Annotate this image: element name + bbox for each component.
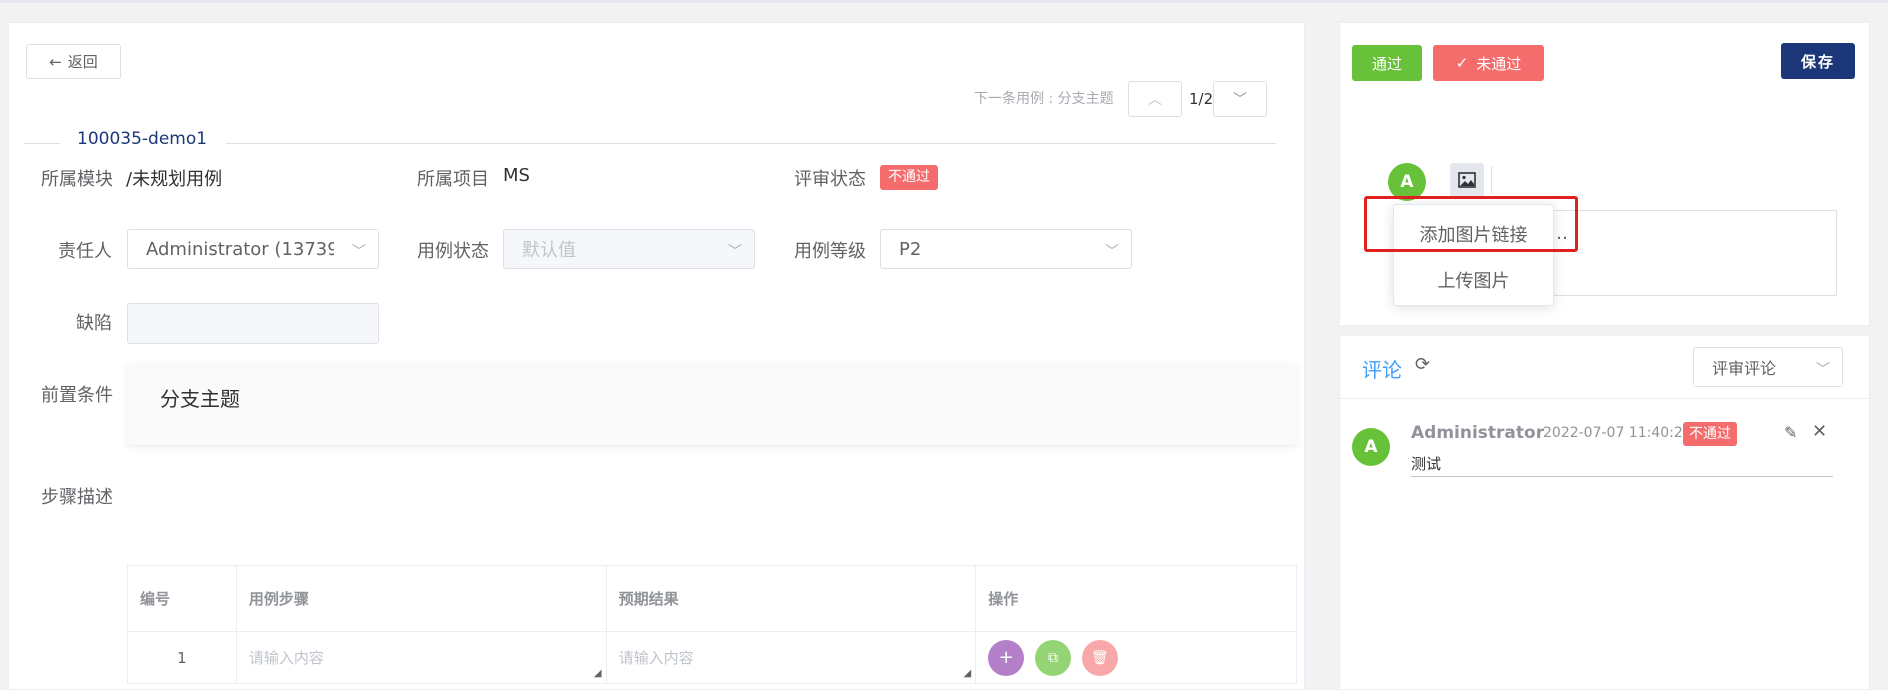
divider-right (226, 143, 1276, 144)
chevron-down-icon: ﹀ (1816, 362, 1830, 378)
fail-label: 未通过 (1476, 54, 1522, 73)
image-icon (1458, 172, 1476, 188)
refresh-icon[interactable]: ⟳ (1415, 354, 1430, 375)
arrow-left-icon: ← (49, 52, 62, 71)
back-label: 返回 (67, 53, 98, 71)
save-label: 保存 (1800, 52, 1835, 71)
image-toolbar-button[interactable] (1450, 163, 1484, 197)
case-level-value: P2 (899, 238, 922, 260)
step-actions: + ⧉ 🗑 (975, 631, 1297, 684)
expected-input[interactable]: 请输入内容 ◢ (605, 631, 977, 684)
comment-avatar: A (1352, 428, 1390, 466)
project-value: MS (503, 165, 530, 186)
resize-handle-icon[interactable]: ◢ (964, 668, 972, 679)
defect-input[interactable] (127, 303, 379, 344)
toolbar-divider (1491, 166, 1492, 194)
close-icon[interactable]: ✕ (1812, 421, 1827, 442)
chevron-up-icon: ︿ (1148, 92, 1162, 108)
chevron-down-icon: ﹀ (352, 244, 366, 260)
menu-item-upload-image[interactable]: 上传图片 (1394, 257, 1553, 303)
case-detail-panel: ← 返回 下一条用例 : 分支主题 ︿ 1/2 ﹀ 100035-demo1 所… (8, 22, 1305, 690)
owner-select[interactable]: Administrator (13739167: ﹀ (127, 229, 379, 269)
table-row: 1 请输入内容 ◢ 请输入内容 ◢ + ⧉ 🗑 (127, 631, 1297, 684)
next-case-hint: 下一条用例 : 分支主题 (974, 91, 1114, 107)
comments-panel: 评论 ⟳ 评审评论 ﹀ A Administrator 2022-07-07 1… (1339, 335, 1871, 690)
col-header-step: 用例步骤 (235, 565, 607, 632)
project-label: 所属项目 (417, 169, 489, 190)
steps-table: 编号 用例步骤 预期结果 操作 1 请输入内容 ◢ 请输入内容 ◢ + ⧉ 🗑 (127, 565, 1297, 684)
pass-button[interactable]: 通过 (1352, 45, 1422, 81)
case-status-value: 默认值 (522, 240, 576, 261)
step-number: 1 (127, 631, 237, 684)
col-header-number: 编号 (127, 565, 237, 632)
module-value: /未规划用例 (126, 169, 223, 190)
delete-step-button[interactable]: 🗑 (1081, 639, 1118, 676)
precondition-text: 分支主题 (160, 387, 240, 411)
save-button[interactable]: 保存 (1781, 43, 1855, 79)
review-status-badge: 不通过 (880, 165, 938, 190)
comment-status-badge: 不通过 (1683, 422, 1737, 446)
fail-button[interactable]: ✓ 未通过 (1433, 45, 1544, 81)
expected-placeholder: 请输入内容 (618, 649, 694, 667)
resize-handle-icon[interactable]: ◢ (594, 668, 602, 679)
col-header-expected: 预期结果 (605, 565, 977, 632)
next-case-button[interactable]: ﹀ (1213, 81, 1267, 117)
copy-icon: ⧉ (1048, 649, 1058, 666)
case-status-select[interactable]: 默认值 ﹀ (503, 229, 755, 269)
col-header-actions: 操作 (975, 565, 1297, 632)
copy-step-button[interactable]: ⧉ (1035, 639, 1071, 676)
precondition-label: 前置条件 (41, 385, 113, 406)
page-counter: 1/2 (1189, 90, 1214, 108)
comments-divider (1340, 398, 1871, 399)
comment-filter-select[interactable]: 评审评论 ﹀ (1693, 347, 1843, 387)
chevron-down-icon: ﹀ (1105, 244, 1119, 260)
add-step-button[interactable]: + (988, 639, 1025, 676)
steps-label: 步骤描述 (41, 487, 113, 508)
owner-select-value: Administrator (13739167: (146, 238, 334, 260)
step-input[interactable]: 请输入内容 ◢ (235, 631, 607, 684)
trash-icon: 🗑 (1090, 649, 1109, 666)
avatar-letter: A (1400, 172, 1414, 192)
comment-text: 测试 (1411, 455, 1442, 473)
top-border (0, 0, 1888, 3)
case-title: 100035-demo1 (77, 129, 208, 149)
pass-label: 通过 (1371, 54, 1402, 73)
chevron-down-icon: ﹀ (728, 244, 742, 260)
module-label: 所属模块 (41, 169, 113, 190)
divider-left (24, 143, 60, 144)
case-status-label: 用例状态 (417, 241, 489, 262)
comment-avatar-letter: A (1364, 437, 1378, 457)
prev-case-button[interactable]: ︿ (1128, 81, 1182, 117)
comment-filter-value: 评审评论 (1712, 359, 1777, 378)
step-placeholder: 请输入内容 (248, 649, 324, 667)
plus-icon: + (998, 647, 1014, 668)
comment-time: 2022-07-07 11:40:24 (1543, 425, 1692, 441)
chevron-down-icon: ﹀ (1233, 92, 1247, 108)
owner-label: 责任人 (58, 241, 112, 262)
highlight-annotation (1364, 196, 1578, 252)
comment-author: Administrator (1411, 423, 1545, 443)
review-status-label: 评审状态 (794, 169, 866, 190)
comments-title: 评论 (1362, 358, 1402, 382)
defect-label: 缺陷 (76, 313, 112, 334)
edit-icon[interactable]: ✎ (1784, 423, 1797, 442)
table-header-row: 编号 用例步骤 预期结果 操作 (127, 565, 1297, 632)
precondition-field[interactable]: 分支主题 (127, 363, 1297, 445)
case-level-label: 用例等级 (794, 241, 866, 262)
back-button[interactable]: ← 返回 (26, 44, 121, 79)
case-level-select[interactable]: P2 ﹀ (880, 229, 1132, 269)
check-icon: ✓ (1455, 54, 1469, 72)
comment-underline (1411, 476, 1833, 477)
